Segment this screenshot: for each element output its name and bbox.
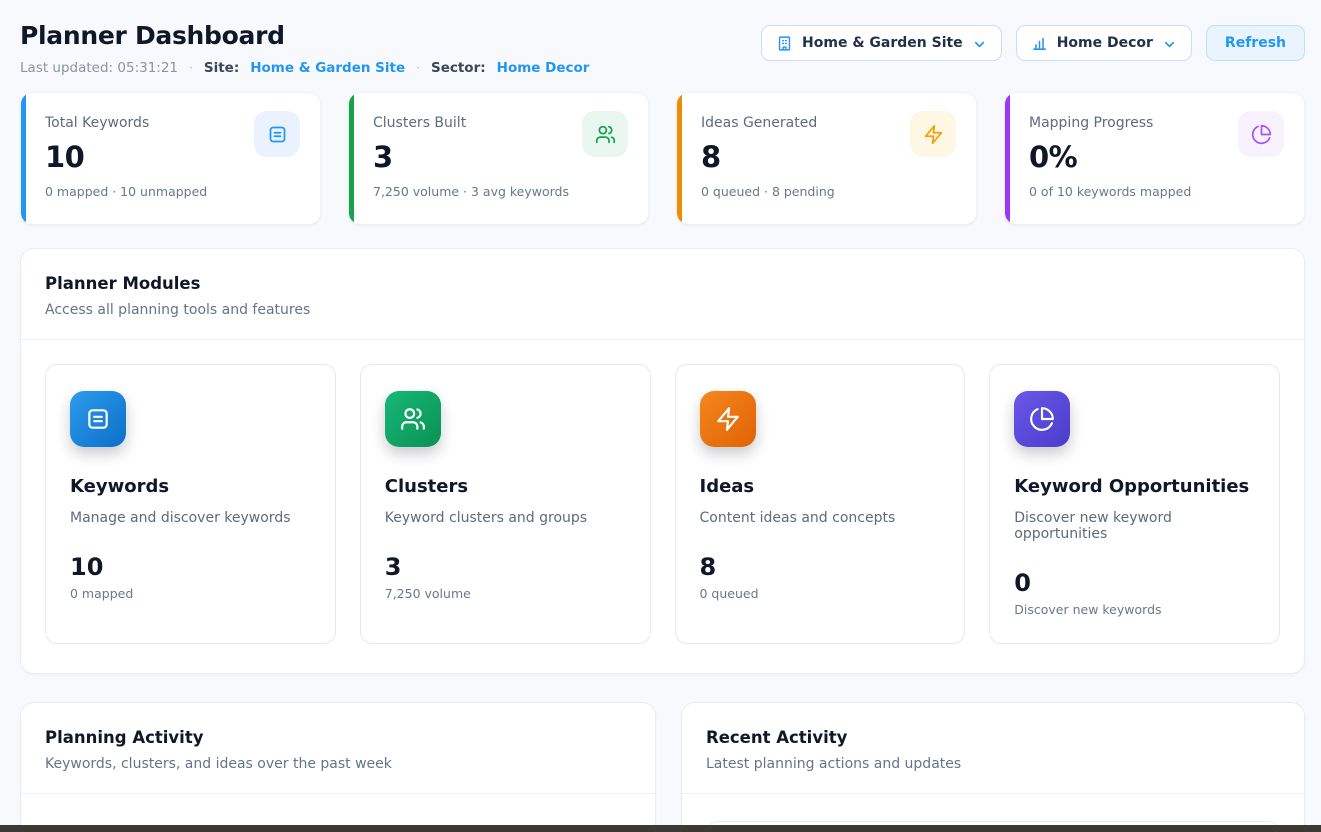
header-controls: Home & Garden Site Home Decor Refresh bbox=[761, 25, 1305, 61]
modules-grid: Keywords Manage and discover keywords 10… bbox=[21, 340, 1304, 673]
users-icon bbox=[385, 391, 441, 447]
stat-subtext: 0 mapped · 10 unmapped bbox=[45, 184, 298, 199]
stat-card-mapping-progress: Mapping Progress 0% 0 of 10 keywords map… bbox=[1004, 92, 1305, 225]
accent-bar-orange bbox=[677, 93, 682, 224]
section-title: Recent Activity bbox=[706, 728, 1280, 747]
chevron-down-icon bbox=[1162, 36, 1177, 51]
module-subtext: 0 queued bbox=[700, 586, 941, 601]
planner-modules-header: Planner Modules Access all planning tool… bbox=[21, 249, 1304, 340]
accent-bar-blue bbox=[21, 93, 26, 224]
planner-dashboard-page: Planner Dashboard Last updated: 05:31:21… bbox=[0, 0, 1321, 832]
last-updated-text: Last updated: 05:31:21 bbox=[20, 60, 178, 76]
module-title: Keyword Opportunities bbox=[1014, 476, 1255, 497]
zap-icon bbox=[910, 111, 956, 157]
sector-selector-dropdown[interactable]: Home Decor bbox=[1016, 25, 1192, 61]
site-label: Site: bbox=[204, 60, 239, 76]
section-title: Planner Modules bbox=[45, 274, 1280, 293]
stat-subtext: 0 of 10 keywords mapped bbox=[1029, 184, 1282, 199]
separator-dot: · bbox=[416, 61, 420, 75]
accent-bar-green bbox=[349, 93, 354, 224]
section-subtitle: Keywords, clusters, and ideas over the p… bbox=[45, 756, 631, 772]
module-subtext: Discover new keywords bbox=[1014, 602, 1255, 617]
refresh-button[interactable]: Refresh bbox=[1206, 25, 1305, 61]
module-description: Manage and discover keywords bbox=[70, 510, 311, 526]
section-title: Planning Activity bbox=[45, 728, 631, 747]
sector-label: Sector: bbox=[431, 60, 486, 76]
header: Planner Dashboard Last updated: 05:31:21… bbox=[20, 0, 1305, 76]
recent-activity-header: Recent Activity Latest planning actions … bbox=[682, 703, 1304, 794]
module-description: Content ideas and concepts bbox=[700, 510, 941, 526]
module-value: 10 bbox=[70, 553, 311, 581]
module-value: 8 bbox=[700, 553, 941, 581]
chevron-down-icon bbox=[972, 36, 987, 51]
breadcrumb-meta: Last updated: 05:31:21 · Site: Home & Ga… bbox=[20, 60, 589, 76]
file-lines-icon bbox=[254, 111, 300, 157]
zap-icon bbox=[700, 391, 756, 447]
module-subtext: 0 mapped bbox=[70, 586, 311, 601]
module-card-keywords[interactable]: Keywords Manage and discover keywords 10… bbox=[45, 364, 336, 644]
module-card-ideas[interactable]: Ideas Content ideas and concepts 8 0 que… bbox=[675, 364, 966, 644]
pie-chart-icon bbox=[1238, 111, 1284, 157]
site-link[interactable]: Home & Garden Site bbox=[250, 60, 405, 76]
stat-subtext: 0 queued · 8 pending bbox=[701, 184, 954, 199]
module-title: Ideas bbox=[700, 476, 941, 497]
planning-activity-header: Planning Activity Keywords, clusters, an… bbox=[21, 703, 655, 794]
recent-activity-panel: Recent Activity Latest planning actions … bbox=[681, 702, 1305, 832]
stat-subtext: 7,250 volume · 3 avg keywords bbox=[373, 184, 626, 199]
stat-card-total-keywords: Total Keywords 10 0 mapped · 10 unmapped bbox=[20, 92, 321, 225]
module-card-clusters[interactable]: Clusters Keyword clusters and groups 3 7… bbox=[360, 364, 651, 644]
bottom-edge-bar bbox=[0, 825, 1321, 832]
accent-bar-purple bbox=[1005, 93, 1010, 224]
module-subtext: 7,250 volume bbox=[385, 586, 626, 601]
stat-card-ideas-generated: Ideas Generated 8 0 queued · 8 pending bbox=[676, 92, 977, 225]
separator-dot: · bbox=[189, 61, 193, 75]
page-title: Planner Dashboard bbox=[20, 21, 589, 50]
module-description: Keyword clusters and groups bbox=[385, 510, 626, 526]
site-selector-value: Home & Garden Site bbox=[802, 35, 963, 51]
module-title: Keywords bbox=[70, 476, 311, 497]
planner-modules-panel: Planner Modules Access all planning tool… bbox=[20, 248, 1305, 674]
bottom-row: Planning Activity Keywords, clusters, an… bbox=[20, 702, 1305, 832]
file-lines-icon bbox=[70, 391, 126, 447]
header-left: Planner Dashboard Last updated: 05:31:21… bbox=[20, 21, 589, 76]
pie-chart-icon bbox=[1014, 391, 1070, 447]
building-icon bbox=[776, 35, 793, 52]
section-subtitle: Latest planning actions and updates bbox=[706, 756, 1280, 772]
sector-selector-value: Home Decor bbox=[1057, 35, 1153, 51]
bar-chart-icon bbox=[1031, 35, 1048, 52]
section-subtitle: Access all planning tools and features bbox=[45, 302, 1280, 318]
module-value: 3 bbox=[385, 553, 626, 581]
sector-link[interactable]: Home Decor bbox=[497, 60, 590, 76]
stats-row: Total Keywords 10 0 mapped · 10 unmapped… bbox=[20, 92, 1305, 225]
module-value: 0 bbox=[1014, 569, 1255, 597]
site-selector-dropdown[interactable]: Home & Garden Site bbox=[761, 25, 1002, 61]
module-title: Clusters bbox=[385, 476, 626, 497]
planning-activity-panel: Planning Activity Keywords, clusters, an… bbox=[20, 702, 656, 832]
users-icon bbox=[582, 111, 628, 157]
module-description: Discover new keyword opportunities bbox=[1014, 510, 1255, 542]
module-card-keyword-opportunities[interactable]: Keyword Opportunities Discover new keywo… bbox=[989, 364, 1280, 644]
stat-card-clusters-built: Clusters Built 3 7,250 volume · 3 avg ke… bbox=[348, 92, 649, 225]
